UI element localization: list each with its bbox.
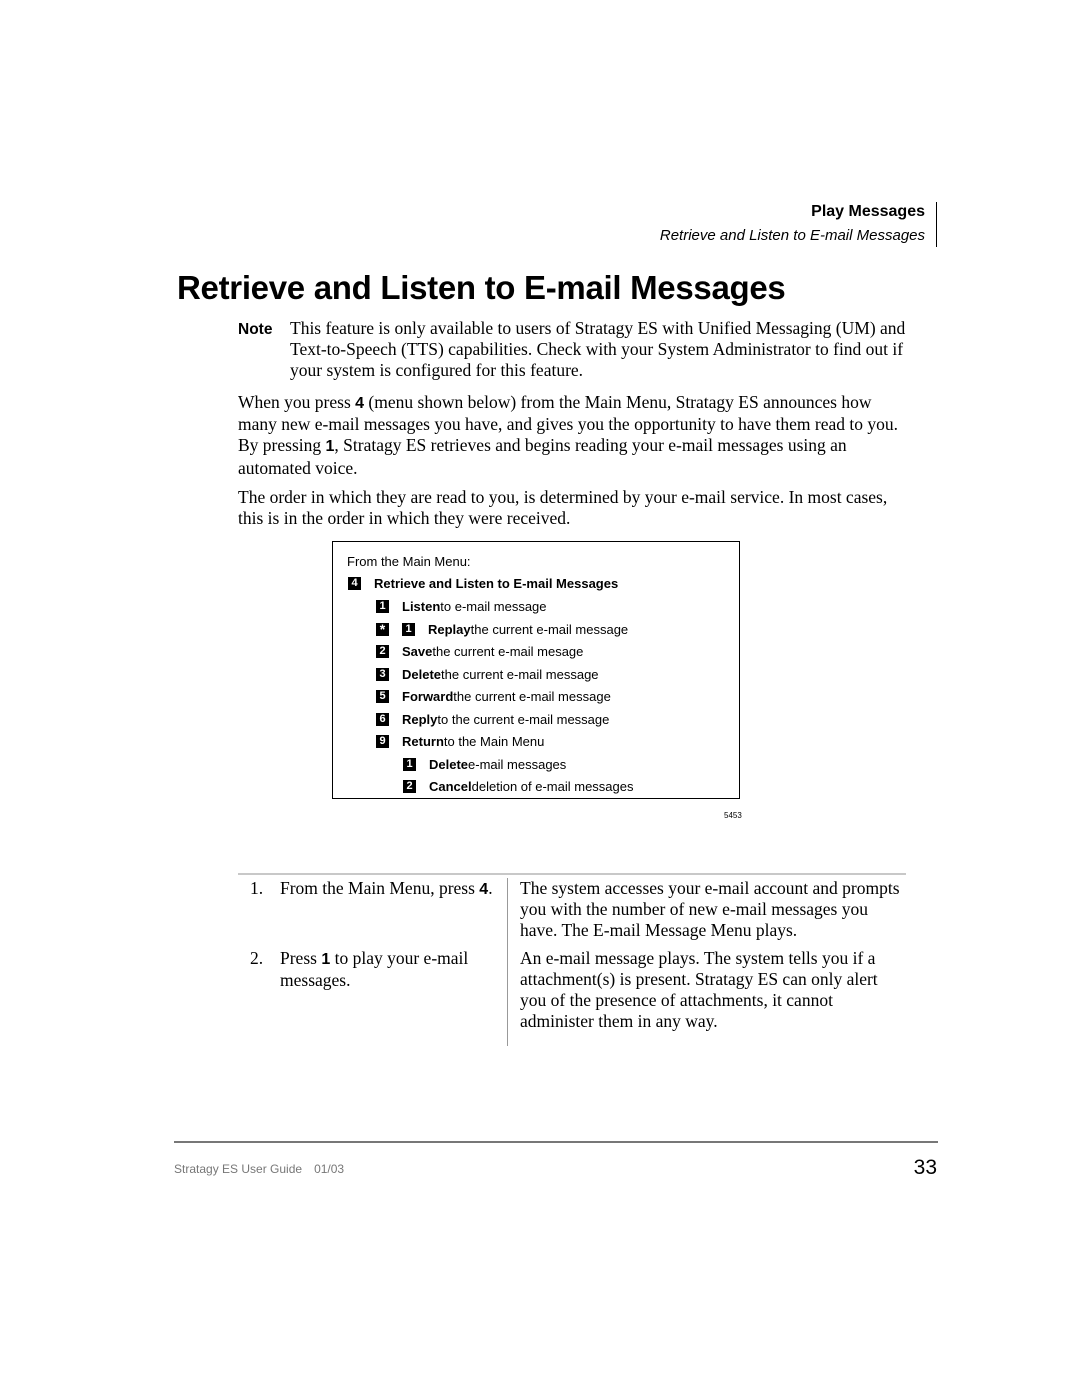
note-label: Note: [238, 321, 273, 338]
menu-item-delete: 3 Delete the current e-mail message: [376, 665, 599, 683]
key-1-icon: 1: [403, 757, 416, 771]
menu-item-rest: e-mail messages: [468, 756, 567, 772]
text-span: Press: [280, 948, 322, 968]
key-2-icon: 2: [376, 644, 389, 658]
menu-item-bold: Return: [402, 733, 444, 749]
step-result: An e-mail message plays. The system tell…: [520, 948, 878, 1031]
key-2-icon: 2: [403, 779, 416, 793]
key-1-icon: 1: [376, 599, 389, 613]
running-head: Play Messages Retrieve and Listen to E-m…: [660, 202, 925, 247]
menu-item-bold: Forward: [402, 688, 454, 704]
page-title: Retrieve and Listen to E-mail Messages: [177, 269, 786, 306]
key-4-icon: 4: [348, 576, 361, 590]
menu-item-rest: the current e-mail message: [470, 621, 629, 637]
menu-item-save: 2 Save the current e-mail mesage: [376, 642, 583, 660]
menu-subitem-cancel-deletion: 2 Cancel deletion of e-mail messages: [403, 777, 634, 795]
note: Note This feature is only available to u…: [238, 318, 908, 382]
menu-item-rest: the current e-mail message: [453, 688, 611, 704]
footer-date: 01/03: [314, 1162, 345, 1176]
step-row: 2. Press 1 to play your e-mail messages.…: [238, 948, 906, 1046]
menu-item-rest: deletion of e-mail messages: [471, 778, 634, 794]
menu-item-bold: Delete: [429, 756, 469, 772]
menu-intro: From the Main Menu:: [347, 552, 471, 570]
running-head-section: Play Messages: [811, 203, 925, 220]
menu-figure: From the Main Menu: 4 Retrieve and Liste…: [332, 541, 740, 799]
menu-item-rest: the current e-mail message: [441, 666, 599, 682]
key-3-icon: 3: [376, 667, 389, 681]
menu-intro-text: From the Main Menu:: [347, 553, 471, 569]
text-span: When you press: [238, 392, 356, 412]
footer-guide-title: Stratagy ES User Guide: [174, 1162, 303, 1176]
menu-item-rest: to the current e-mail message: [437, 711, 610, 727]
intro-paragraph: When you press 4 (menu shown below) from…: [238, 392, 908, 479]
menu-item-replay: * 1 Replay the current e-mail message: [376, 620, 628, 638]
menu-item-bold: Listen: [402, 598, 441, 614]
running-head-rule: [936, 202, 937, 247]
menu-title: Retrieve and Listen to E-mail Messages: [374, 575, 619, 591]
step-number: 2.: [250, 948, 264, 968]
key-1-inline: 1: [321, 951, 331, 968]
key-4-inline: 4: [355, 395, 365, 412]
menu-item-bold: Delete: [402, 666, 442, 682]
key-1-icon: 1: [402, 622, 415, 636]
steps-table: 1. From the Main Menu, press 4. The syst…: [238, 873, 906, 1046]
step-row: 1. From the Main Menu, press 4. The syst…: [238, 875, 906, 948]
menu-item-rest: to e-mail message: [440, 598, 547, 614]
text-span: .: [488, 878, 493, 898]
page-number: 33: [913, 1156, 937, 1179]
menu-item-listen: 1 Listen to e-mail message: [376, 597, 547, 615]
key-9-icon: 9: [376, 734, 389, 748]
text-span: From the Main Menu, press: [280, 878, 480, 898]
menu-item-bold: Cancel: [429, 778, 472, 794]
menu-item-rest: to the Main Menu: [443, 733, 545, 749]
key-5-icon: 5: [376, 689, 389, 703]
figure-number: 5453: [724, 811, 742, 820]
menu-item-bold: Replay: [428, 621, 471, 637]
menu-title-row: 4 Retrieve and Listen to E-mail Messages: [348, 574, 618, 592]
menu-item-bold: Reply: [402, 711, 438, 727]
step-action: From the Main Menu, press 4.: [280, 878, 508, 948]
key-4-inline: 4: [479, 881, 489, 898]
footer-rule: [174, 1141, 938, 1143]
running-head-subsection: Retrieve and Listen to E-mail Messages: [659, 227, 925, 244]
menu-item-bold: Save: [402, 643, 433, 659]
step-action: Press 1 to play your e-mail messages.: [280, 948, 508, 1046]
note-text: This feature is only available to users …: [290, 318, 906, 381]
footer-guide: Stratagy ES User Guide 01/03: [174, 1162, 344, 1176]
order-paragraph: The order in which they are read to you,…: [238, 487, 888, 529]
step-number: 1.: [250, 878, 264, 898]
key-6-icon: 6: [376, 712, 389, 726]
menu-item-return: 9 Return to the Main Menu: [376, 732, 544, 750]
star-key-icon: *: [376, 622, 389, 636]
menu-item-rest: the current e-mail mesage: [432, 643, 584, 659]
step-result: The system accesses your e-mail account …: [520, 878, 900, 940]
menu-item-forward: 5 Forward the current e-mail message: [376, 687, 611, 705]
menu-item-reply: 6 Reply to the current e-mail message: [376, 710, 609, 728]
menu-subitem-delete-messages: 1 Delete e-mail messages: [403, 755, 566, 773]
